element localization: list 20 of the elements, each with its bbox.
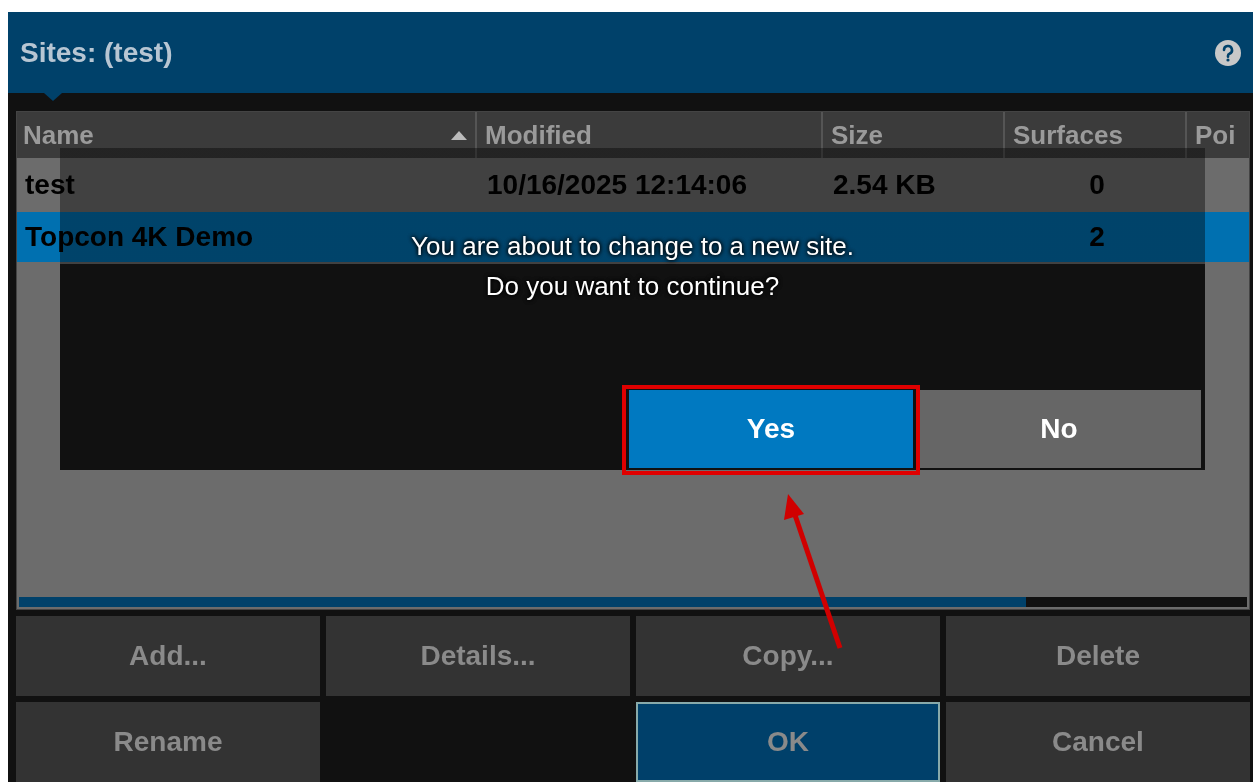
ok-button[interactable]: OK — [636, 702, 940, 782]
action-button[interactable]: Delete — [946, 616, 1250, 696]
table-cell: 2.54 KB — [833, 169, 936, 202]
table-cell: 0 — [1089, 169, 1105, 202]
help-icon[interactable] — [1215, 39, 1241, 66]
action-button[interactable]: Rename — [16, 702, 320, 782]
table-cell: test — [25, 169, 75, 202]
action-button[interactable]: Cancel — [946, 702, 1250, 782]
dialog-button[interactable]: Yes — [629, 390, 913, 468]
window-title: Sites: (test) — [20, 36, 173, 69]
table-cell: 2 — [1089, 221, 1105, 254]
action-button[interactable]: Details... — [326, 616, 630, 696]
table-cell: 10/16/2025 12:14:06 — [487, 169, 747, 202]
dialog-message: You are about to change to a new site. — [411, 230, 854, 263]
action-button[interactable]: Add... — [16, 616, 320, 696]
action-button[interactable]: Copy... — [636, 616, 940, 696]
table-row[interactable]: test 10/16/2025 12:14:06 2.54 KB 0 — [17, 160, 1249, 211]
horizontal-scrollbar[interactable] — [19, 597, 1247, 607]
dialog-button[interactable]: No — [917, 390, 1201, 468]
dialog-message: Do you want to continue? — [485, 270, 780, 303]
